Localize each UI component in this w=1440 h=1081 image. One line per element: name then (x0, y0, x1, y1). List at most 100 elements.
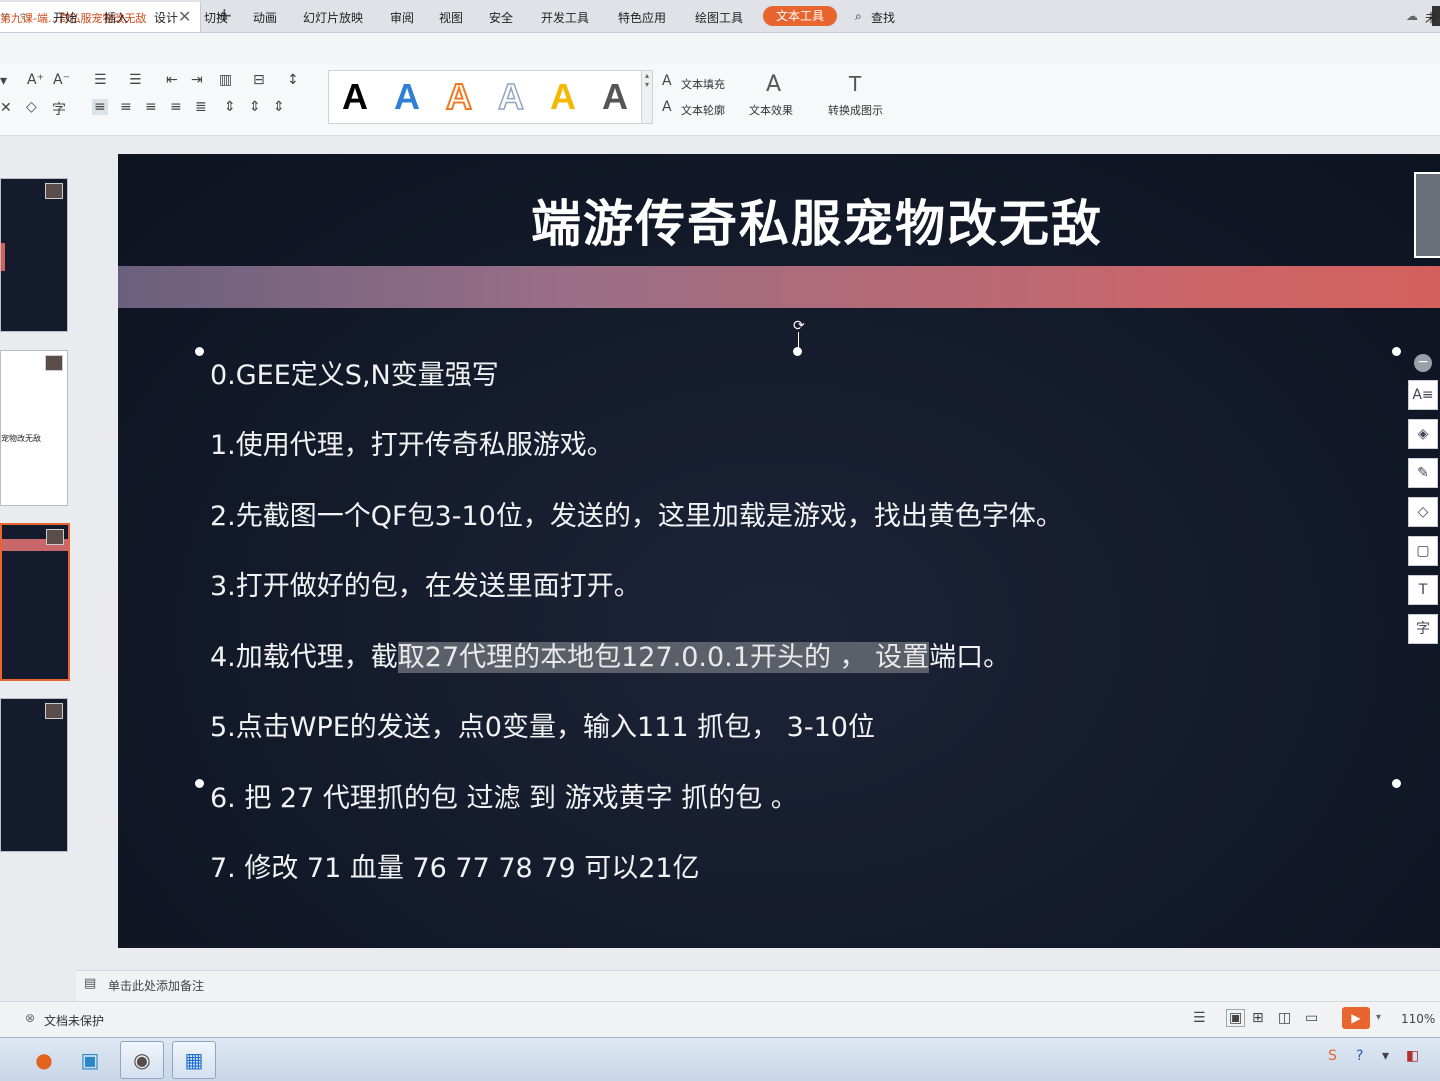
menu-insert[interactable]: 插入 (104, 9, 128, 26)
resize-handle-left[interactable] (195, 779, 204, 788)
content-line-2[interactable]: 2.先截图一个QF包3-10位，发送的，这里加载是游戏，找出黄色字体。 (210, 500, 1063, 534)
line-spacing-icon[interactable]: ↕ (287, 72, 299, 88)
paragraph-spacing-icon[interactable]: ⇕ (224, 99, 236, 115)
slide-thumbnail-2[interactable]: 宠物改无敌 (0, 350, 68, 506)
numbered-list-icon[interactable]: ☰ (129, 72, 142, 88)
menu-review[interactable]: 审阅 (390, 9, 414, 26)
selected-text[interactable]: 取27代理的本地包127.0.0.1开头的 ， 设置 (397, 642, 930, 673)
menu-security[interactable]: 安全 (489, 9, 513, 26)
menu-text-tools[interactable]: 文本工具 (763, 6, 837, 26)
style-preset-gold[interactable]: A (543, 77, 583, 117)
character-icon[interactable]: 字 (1408, 614, 1438, 644)
decrease-indent-icon[interactable]: ⇤ (166, 72, 178, 88)
firefox-icon[interactable]: ● (22, 1041, 66, 1079)
text-outline-icon[interactable]: A (662, 99, 672, 115)
text-align-icon[interactable]: ⇕ (273, 99, 285, 115)
notes-pane[interactable] (76, 970, 1440, 1001)
convert-graphic-button[interactable]: 转换成图示 (828, 102, 883, 118)
content-line-1[interactable]: 1.使用代理，打开传奇私服游戏。 (210, 429, 614, 463)
text-effects-icon[interactable]: A (766, 72, 781, 97)
text-style-tool-icon[interactable]: A≡ (1408, 380, 1438, 410)
slide-thumbnail-1[interactable] (0, 178, 68, 332)
reading-view-icon[interactable]: ◫ (1278, 1010, 1291, 1026)
content-line-3[interactable]: 3.打开做好的包，在发送里面打开。 (210, 570, 641, 604)
menu-view[interactable]: 视图 (439, 9, 463, 26)
fill-icon[interactable]: ◇ (1408, 497, 1438, 527)
style-preset-gray[interactable]: A (595, 77, 635, 117)
increase-indent-icon[interactable]: ⇥ (191, 72, 203, 88)
search-label[interactable]: 查找 (871, 9, 895, 26)
menu-design[interactable]: 设计 (154, 9, 178, 26)
help-icon[interactable]: ? (1356, 1048, 1363, 1064)
content-line-7[interactable]: 7. 修改 71 血量 76 77 78 79 可以21亿 (210, 852, 700, 886)
slide-title[interactable]: 端游传奇私服宠物改无敌 (118, 184, 1440, 256)
phonetic-icon[interactable]: 字 (52, 99, 66, 119)
text-direction-icon[interactable]: ⊟ (253, 72, 265, 88)
menu-drawing-tools[interactable]: 绘图工具 (695, 9, 743, 26)
text-fill-icon[interactable]: A (662, 73, 672, 89)
presenter-view-icon[interactable]: ▭ (1305, 1010, 1318, 1026)
input-method-icon[interactable]: S (1328, 1048, 1337, 1064)
notes-view-icon[interactable]: ☰ (1193, 1010, 1206, 1026)
tray-app-icon[interactable]: ◧ (1406, 1048, 1419, 1064)
quick-access-icon[interactable]: ▿ (2, 9, 8, 23)
vertical-align-icon[interactable]: ⇕ (249, 99, 261, 115)
font-size-dropdown[interactable]: ▾ (0, 73, 7, 89)
sync-status[interactable]: 未 (1425, 9, 1437, 26)
play-slideshow-icon[interactable]: ▶ (1342, 1007, 1370, 1029)
menu-animation[interactable]: 动画 (253, 9, 277, 26)
text-effects-button[interactable]: 文本效果 (749, 102, 793, 118)
content-line-0[interactable]: 0.GEE定义S,N变量强写 (210, 359, 499, 393)
content-line-4[interactable]: 4.加载代理，截取27代理的本地包127.0.0.1开头的 ， 设置端口。 (210, 641, 1010, 675)
normal-view-icon[interactable]: ▣ (1226, 1009, 1246, 1027)
slide-logo-image[interactable] (1414, 172, 1440, 258)
resize-handle-top[interactable] (793, 347, 802, 356)
menu-slideshow[interactable]: 幻灯片放映 (303, 9, 363, 26)
resize-handle-top-right[interactable] (1392, 347, 1401, 356)
clear-format-icon[interactable]: ✕ (0, 100, 12, 116)
close-tab-icon[interactable]: ✕ (178, 7, 191, 26)
zoom-level[interactable]: 110% (1401, 1012, 1435, 1026)
menu-start[interactable]: 开始 (53, 9, 77, 26)
cloud-sync-icon[interactable]: ☁ (1406, 9, 1418, 23)
slide-thumbnail-3-selected[interactable] (0, 523, 70, 681)
resize-handle-right[interactable] (1392, 779, 1401, 788)
dropdown-icon[interactable]: ▿ (20, 9, 26, 23)
align-center-icon[interactable]: ≡ (120, 99, 132, 115)
grow-font-icon[interactable]: A⁺ (27, 72, 44, 88)
text-outline-button[interactable]: 文本轮廓 (681, 102, 725, 118)
layers-icon[interactable]: ◈ (1408, 419, 1438, 449)
slide-thumbnail-4[interactable] (0, 698, 68, 852)
style-preset-orange[interactable]: A (439, 76, 479, 118)
search-icon[interactable]: ⌕ (855, 9, 862, 24)
collapse-toolbar-icon[interactable]: − (1414, 354, 1432, 372)
text-fill-button[interactable]: 文本填充 (681, 76, 725, 92)
eraser-icon[interactable]: ◇ (26, 99, 37, 115)
style-preset-black[interactable]: A (335, 77, 375, 117)
notes-placeholder[interactable]: 单击此处添加备注 (108, 977, 204, 994)
content-line-5[interactable]: 5.点击WPE的发送，点0变量，输入111 抓包， 3-10位 (210, 711, 875, 745)
gallery-scroll[interactable]: ▴ ▾ (641, 70, 653, 124)
document-protection-status[interactable]: 文档未保护 (44, 1012, 104, 1029)
textbox-icon[interactable]: T (1408, 575, 1438, 605)
menu-developer[interactable]: 开发工具 (541, 9, 589, 26)
distribute-icon[interactable]: ≣ (195, 99, 207, 115)
justify-icon[interactable]: ≡ (170, 99, 182, 115)
frame-icon[interactable]: ▢ (1408, 536, 1438, 566)
wps-presentation-icon[interactable]: ▦ (172, 1041, 216, 1079)
pen-icon[interactable]: ✎ (1408, 458, 1438, 488)
menu-transition[interactable]: 切换 (204, 9, 228, 26)
convert-graphic-icon[interactable]: T (849, 72, 861, 96)
align-left-icon[interactable]: ≡ (92, 99, 108, 115)
resize-handle-top-left[interactable] (195, 347, 204, 356)
content-line-6[interactable]: 6. 把 27 代理抓的包 过滤 到 游戏黄字 抓的包 。 (210, 782, 798, 816)
game-app-icon[interactable]: ◉ (120, 1041, 164, 1079)
bullet-list-icon[interactable]: ☰ (94, 72, 107, 88)
file-manager-icon[interactable]: ▣ (68, 1041, 112, 1079)
align-right-icon[interactable]: ≡ (145, 99, 157, 115)
style-preset-blue[interactable]: A (387, 77, 427, 117)
slide-sorter-icon[interactable]: ⊞ (1252, 1010, 1264, 1026)
columns-icon[interactable]: ▥ (219, 72, 232, 88)
play-options-icon[interactable]: ▾ (1376, 1012, 1381, 1023)
shrink-font-icon[interactable]: A⁻ (53, 72, 70, 88)
